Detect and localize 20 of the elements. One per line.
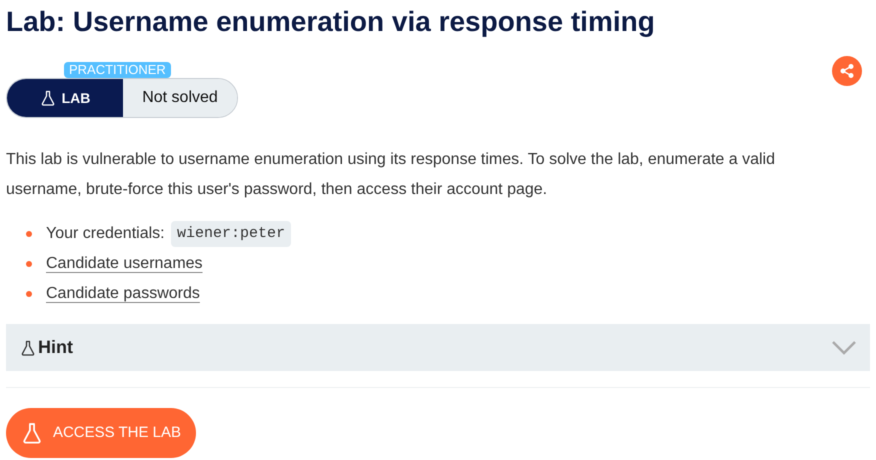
bullet-icon	[26, 231, 32, 237]
lab-type-label: LAB	[7, 79, 123, 117]
chevron-icon	[832, 340, 856, 354]
share-icon	[840, 64, 854, 78]
share-button[interactable]	[832, 56, 862, 86]
lab-description: This lab is vulnerable to username enumeration using its response times. To solve the lab, enumerate a valid username, brute-force this user's password, then access their account page.	[6, 150, 776, 200]
candidate-link[interactable]: Candidate usernames	[46, 252, 203, 276]
page-title: Lab: Username enumeration via response timing	[6, 5, 656, 39]
bullet-icon	[26, 291, 32, 297]
flask-icon	[40, 90, 56, 106]
lab-status: Not solved	[123, 79, 237, 117]
hint-label: Hint	[38, 336, 73, 359]
candidate-link[interactable]: Candidate passwords	[46, 282, 200, 306]
bullet-icon	[26, 261, 32, 267]
level-badge: PRACTITIONER	[64, 62, 171, 78]
flask-icon	[20, 422, 43, 444]
hint-bar[interactable]: Hint	[6, 324, 870, 371]
credentials-label: Your credentials:	[46, 224, 166, 244]
credentials-code: wiener:peter	[171, 220, 292, 248]
flask-icon	[20, 340, 36, 356]
